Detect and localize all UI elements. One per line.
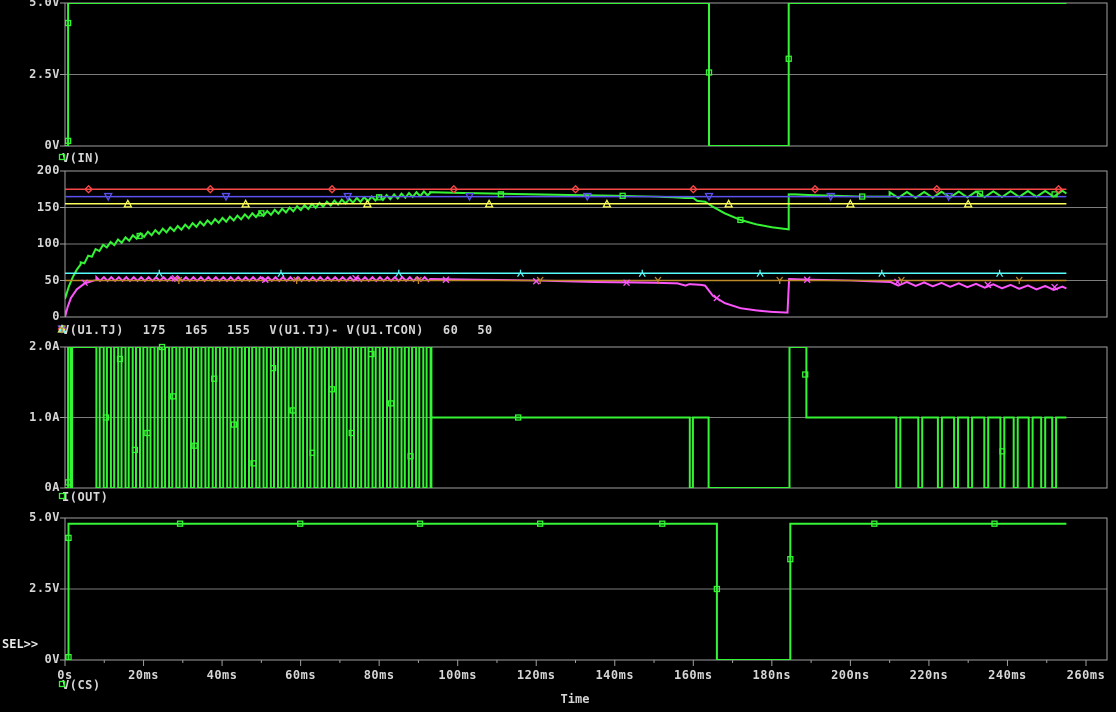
x-tick-label-240ms: 240ms	[977, 668, 1037, 682]
x-tick-label-200ns: 200ns	[820, 668, 880, 682]
legend-label: V(U1.TJ)- V(U1.TCON)	[269, 323, 424, 337]
legend-label: 175	[143, 323, 166, 337]
legend-item-tj-3[interactable]: 155	[221, 323, 250, 337]
y-tick-label-vcs-2.5V: 2.5V	[8, 581, 60, 595]
plot-area-vin[interactable]	[65, 3, 1107, 146]
y-tick-label-tj-200: 200	[8, 163, 60, 177]
x-tick-label-160ms: 160ms	[663, 668, 723, 682]
x-tick-label-120ms: 120ms	[506, 668, 566, 682]
x-tick-label-0s: 0s	[35, 668, 95, 682]
y-tick-label-iout-2.0A: 2.0A	[8, 339, 60, 353]
x-tick-label-80ms: 80ms	[349, 668, 409, 682]
x-tick-label-20ms: 20ms	[114, 668, 174, 682]
legend-iout: I(OUT)	[56, 490, 108, 504]
plot-area-vcs[interactable]	[65, 518, 1107, 660]
y-tick-label-tj-100: 100	[8, 236, 60, 250]
y-tick-label-vin-2.5V: 2.5V	[8, 67, 60, 81]
legend-vin: V(IN)	[56, 151, 101, 165]
legend-item-tj-1[interactable]: 175	[137, 323, 166, 337]
x-tick-label-60ms: 60ms	[271, 668, 331, 682]
y-tick-label-tj-50: 50	[8, 273, 60, 287]
y-tick-label-vin-0V: 0V	[8, 138, 60, 152]
legend-item-tj-6[interactable]: 50	[471, 323, 492, 337]
legend-label: 165	[185, 323, 208, 337]
legend-tj: V(U1.TJ) 175 165 155 V(U1.TJ)- V(U1.TCON) 60 5…	[56, 323, 493, 337]
x-tick-label-260ms: 260ms	[1056, 668, 1116, 682]
x-tick-label-100ms: 100ms	[428, 668, 488, 682]
legend-item-tj-2[interactable]: 165	[179, 323, 208, 337]
legend-label: 60	[443, 323, 458, 337]
y-tick-label-iout-1.0A: 1.0A	[8, 410, 60, 424]
y-tick-label-tj-0: 0	[8, 309, 60, 323]
plot-area-iout[interactable]	[65, 347, 1107, 488]
y-tick-label-vcs-0V: 0V	[8, 652, 60, 666]
x-tick-label-140ms: 140ms	[585, 668, 645, 682]
legend-label: V(U1.TJ)	[62, 323, 124, 337]
x-axis-title: Time	[535, 692, 615, 706]
legend-label: 155	[227, 323, 250, 337]
y-tick-label-iout-0A: 0A	[8, 480, 60, 494]
x-tick-label-220ns: 220ns	[899, 668, 959, 682]
plot-area-tj[interactable]	[65, 171, 1107, 317]
y-tick-label-tj-150: 150	[8, 200, 60, 214]
legend-item-vin-0[interactable]: V(IN)	[56, 151, 101, 165]
sel-indicator: SEL>>	[2, 637, 38, 651]
probe-waveform-window: 5.0V2.5V0VV(IN)200150100500V(U1.TJ)17516…	[0, 0, 1116, 712]
y-tick-label-vcs-5.0V: 5.0V	[8, 510, 60, 524]
x-tick-label-40ms: 40ms	[192, 668, 252, 682]
y-tick-label-vin-5.0V: 5.0V	[8, 0, 60, 9]
legend-item-tj-4[interactable]: V(U1.TJ)- V(U1.TCON)	[263, 323, 424, 337]
legend-label: 50	[477, 323, 492, 337]
legend-item-iout-0[interactable]: I(OUT)	[56, 490, 108, 504]
legend-item-tj-5[interactable]: 60	[437, 323, 458, 337]
legend-label: I(OUT)	[62, 490, 108, 504]
x-tick-label-180ns: 180ns	[742, 668, 802, 682]
